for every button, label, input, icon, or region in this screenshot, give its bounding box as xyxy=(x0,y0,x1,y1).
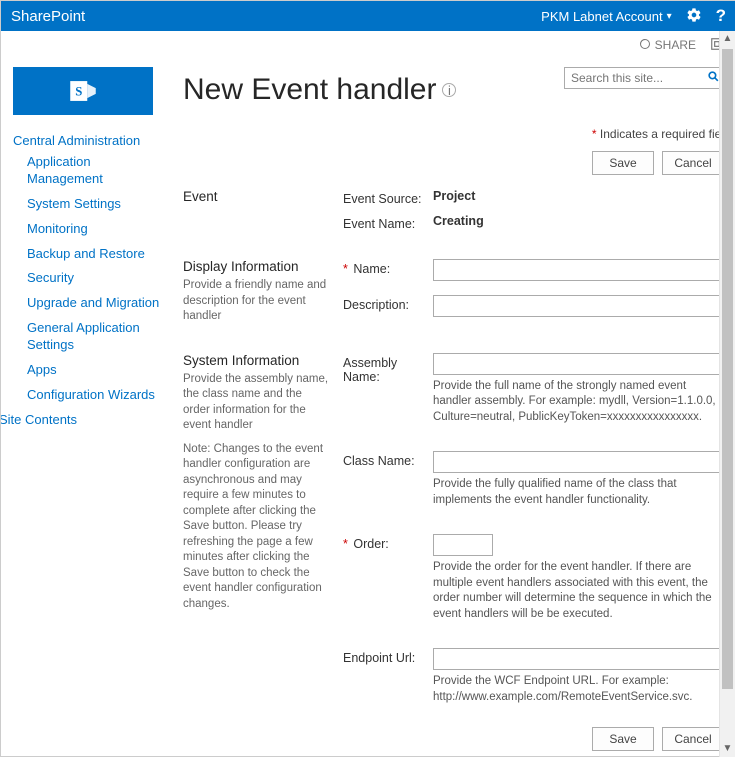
nav-item-apps[interactable]: Apps xyxy=(27,362,163,379)
section-event-title: Event xyxy=(183,189,331,204)
chevron-down-icon: ▾ xyxy=(667,11,672,22)
main-area: New Event handler i * Indicates a requir… xyxy=(163,67,724,748)
gear-icon[interactable] xyxy=(686,7,702,26)
class-help: Provide the fully qualified name of the … xyxy=(433,477,724,508)
info-icon[interactable]: i xyxy=(442,83,456,97)
section-event: Event Event Source: Project Event Name: … xyxy=(183,189,724,239)
event-source-value: Project xyxy=(433,189,475,203)
content-wrap: S Central Administration Application Man… xyxy=(1,59,735,758)
cancel-button-top[interactable]: Cancel xyxy=(662,151,724,175)
save-button-bottom[interactable]: Save xyxy=(592,727,654,751)
search-input[interactable] xyxy=(564,67,724,89)
description-input[interactable] xyxy=(433,295,723,317)
section-system: System Information Provide the assembly … xyxy=(183,353,724,714)
nav-item-security[interactable]: Security xyxy=(27,270,163,287)
scroll-down-icon[interactable]: ▼ xyxy=(720,741,735,757)
nav-site-contents[interactable]: Site Contents xyxy=(1,412,163,427)
description-label: Description: xyxy=(343,295,433,312)
event-name-label: Event Name: xyxy=(343,214,433,231)
scrollbar[interactable]: ▲ ▼ xyxy=(719,31,735,757)
header-row: New Event handler i xyxy=(183,67,724,107)
scroll-up-icon[interactable]: ▲ xyxy=(720,31,735,47)
assembly-help: Provide the full name of the strongly na… xyxy=(433,379,724,426)
ribbon-row: SHARE xyxy=(1,31,735,59)
event-name-value: Creating xyxy=(433,214,484,228)
sharepoint-icon: S xyxy=(66,74,100,108)
endpoint-label: Endpoint Url: xyxy=(343,648,433,665)
assembly-label: Assembly Name: xyxy=(343,353,433,384)
class-label: Class Name: xyxy=(343,451,433,468)
page-title: New Event handler i xyxy=(183,73,456,107)
class-input[interactable] xyxy=(433,451,723,473)
name-label: * Name: xyxy=(343,259,433,276)
required-note: * Indicates a required fiel xyxy=(183,127,724,141)
endpoint-input[interactable] xyxy=(433,648,723,670)
assembly-input[interactable] xyxy=(433,353,723,375)
nav-item-backup-restore[interactable]: Backup and Restore xyxy=(27,246,163,263)
svg-text:S: S xyxy=(75,84,82,98)
section-display-desc: Provide a friendly name and description … xyxy=(183,278,331,325)
cancel-button-bottom[interactable]: Cancel xyxy=(662,727,724,751)
account-menu[interactable]: PKM Labnet Account ▾ xyxy=(541,9,671,24)
nav-item-general-app-settings[interactable]: General Application Settings xyxy=(27,320,163,354)
section-system-title: System Information xyxy=(183,353,331,368)
share-icon xyxy=(639,38,651,53)
nav-heading[interactable]: Central Administration xyxy=(13,133,163,148)
scrollbar-thumb[interactable] xyxy=(722,49,733,689)
nav-item-system-settings[interactable]: System Settings xyxy=(27,196,163,213)
section-display-title: Display Information xyxy=(183,259,331,274)
page-title-text: New Event handler xyxy=(183,73,436,107)
help-icon[interactable]: ? xyxy=(716,6,726,26)
section-system-note: Note: Changes to the event handler confi… xyxy=(183,442,331,613)
bottom-button-row: Save Cancel xyxy=(183,727,724,751)
section-system-desc: Provide the assembly name, the class nam… xyxy=(183,372,331,434)
brand-label: SharePoint xyxy=(11,8,85,25)
required-note-text: Indicates a required fiel xyxy=(600,127,724,141)
suite-right: PKM Labnet Account ▾ ? xyxy=(541,6,726,26)
site-logo[interactable]: S xyxy=(13,67,153,115)
order-help: Provide the order for the event handler.… xyxy=(433,560,724,622)
section-display: Display Information Provide a friendly n… xyxy=(183,259,724,333)
nav-item-config-wizards[interactable]: Configuration Wizards xyxy=(27,387,163,404)
name-input[interactable] xyxy=(433,259,723,281)
nav-item-app-mgmt[interactable]: Application Management xyxy=(27,154,163,188)
nav-item-upgrade-migration[interactable]: Upgrade and Migration xyxy=(27,295,163,312)
search-box xyxy=(564,67,724,89)
endpoint-help: Provide the WCF Endpoint URL. For exampl… xyxy=(433,674,724,705)
order-input[interactable] xyxy=(433,534,493,556)
order-label: * Order: xyxy=(343,534,433,551)
share-button[interactable]: SHARE xyxy=(639,38,696,53)
left-nav: S Central Administration Application Man… xyxy=(13,67,163,748)
account-name: PKM Labnet Account xyxy=(541,9,662,24)
save-button-top[interactable]: Save xyxy=(592,151,654,175)
event-source-label: Event Source: xyxy=(343,189,433,206)
share-label: SHARE xyxy=(655,38,696,52)
nav-item-monitoring[interactable]: Monitoring xyxy=(27,221,163,238)
suite-bar: SharePoint PKM Labnet Account ▾ ? xyxy=(1,1,735,31)
top-button-row: Save Cancel xyxy=(183,151,724,175)
